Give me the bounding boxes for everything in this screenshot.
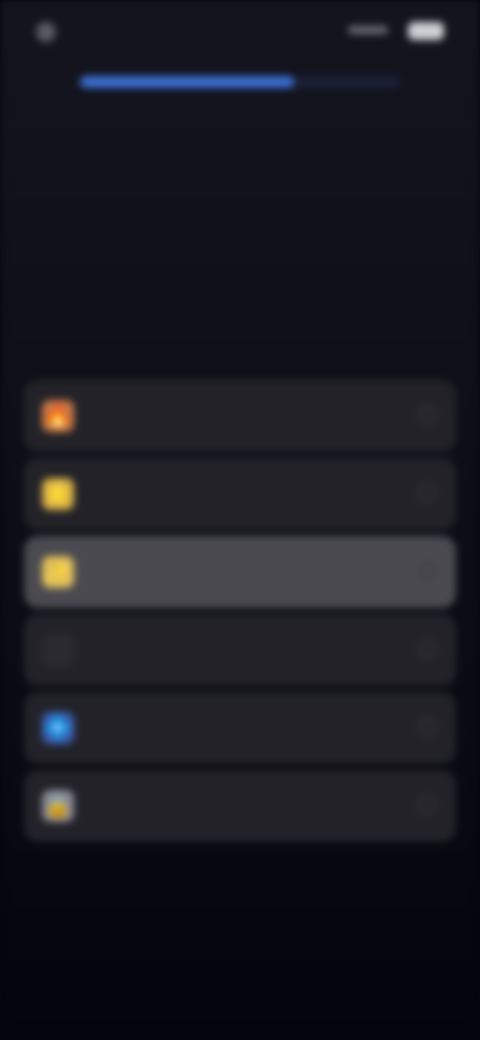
diamond-icon: 💠 [42,712,74,744]
progress-fill [80,76,295,88]
blank-icon [42,634,74,666]
option-radio[interactable] [418,406,436,424]
option-radio[interactable] [418,484,436,502]
sparkle-icon: ✨ [42,556,74,588]
flame-icon: 🔥 [42,400,74,432]
status-indicators [348,22,444,40]
option-item[interactable]: 🔒 [24,770,456,842]
signal-icon [348,26,388,34]
progress-bar [80,76,400,88]
option-radio[interactable] [418,640,436,658]
status-bar [0,0,480,56]
battery-icon [408,22,444,40]
option-radio[interactable] [418,796,436,814]
option-radio[interactable] [418,718,436,736]
option-item[interactable] [24,614,456,686]
star-icon: ⭐ [42,478,74,510]
option-item[interactable]: 💠 [24,692,456,764]
option-item[interactable]: ⭐ [24,458,456,530]
options-list: 🔥 ⭐ ✨ 💠 🔒 [24,380,456,848]
status-time [36,18,96,42]
option-item[interactable]: 🔥 [24,380,456,452]
screen: 🔥 ⭐ ✨ 💠 🔒 [0,0,480,1040]
option-item[interactable]: ✨ [24,536,456,608]
app-indicator-icon [36,22,56,42]
lock-icon: 🔒 [42,790,74,822]
option-radio[interactable] [418,562,436,580]
